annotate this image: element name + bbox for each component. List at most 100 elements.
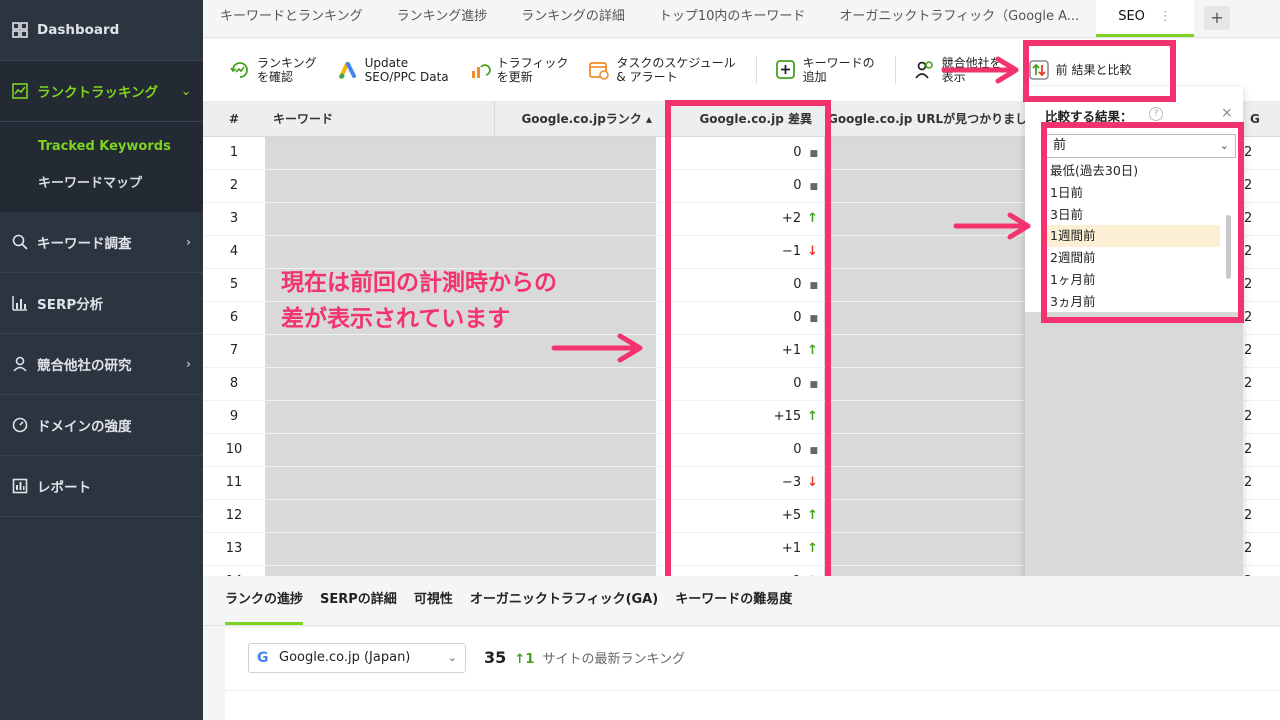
- arrow-right-icon: [551, 333, 643, 363]
- update-traffic-button[interactable]: トラフィック を更新: [469, 56, 569, 84]
- row-number: 9: [229, 409, 239, 424]
- google-icon: G: [257, 650, 269, 666]
- more-vert-icon[interactable]: ⋮: [1159, 9, 1172, 24]
- bottom-tabs: ランクの進捗 SERPの詳細 可視性 オーガニックトラフィック(GA) キーワー…: [203, 576, 1280, 626]
- tab-top10-keywords[interactable]: トップ10内のキーワード: [642, 0, 823, 37]
- keyword-cell-masked: [265, 467, 656, 499]
- chevron-right-icon: ›: [186, 357, 191, 371]
- check-rankings-line2: を確認: [257, 70, 294, 84]
- col-next[interactable]: G: [1240, 101, 1280, 136]
- row-number: 10: [225, 442, 243, 457]
- update-line2: SEO/PPC Data: [364, 70, 449, 84]
- row-number: 14: [203, 566, 265, 576]
- update-seo-ppc-button[interactable]: Update SEO/PPC Data: [337, 56, 449, 84]
- keyword-cell-masked: [265, 236, 656, 268]
- highlight-compare-options: [1041, 122, 1244, 323]
- row-number: 6: [229, 310, 239, 325]
- help-icon[interactable]: ?: [1149, 107, 1163, 121]
- tab-ranking-progress[interactable]: ランキング進捗: [380, 0, 505, 37]
- rank-change-value: 1: [525, 652, 535, 667]
- row-number: 7: [229, 343, 239, 358]
- col-rank[interactable]: Google.co.jpランク ▴: [494, 101, 666, 136]
- keyword-cell-masked: [265, 533, 656, 565]
- add-kw-line1: キーワードの: [802, 56, 875, 70]
- tab-keyword-difficulty[interactable]: キーワードの難易度: [675, 576, 792, 625]
- sidebar-item-reports[interactable]: レポート: [0, 456, 203, 517]
- add-kw-line2: 追加: [802, 70, 827, 84]
- col-keyword[interactable]: キーワード: [265, 101, 494, 136]
- row-number: 11: [225, 475, 243, 490]
- chart-line-icon: [11, 82, 29, 100]
- add-tab-button[interactable]: +: [1203, 6, 1230, 30]
- report-tabs: キーワードとランキング ランキング進捗 ランキングの詳細 トップ10内のキーワー…: [203, 0, 1280, 38]
- tab-serp-details[interactable]: SERPの詳細: [320, 576, 397, 625]
- plus-box-icon: [775, 59, 797, 81]
- sidebar-item-keyword-research[interactable]: キーワード調査 ›: [0, 212, 203, 273]
- sidebar-subitem-tracked-keywords[interactable]: Tracked Keywords: [0, 128, 203, 165]
- sidebar-item-competitors[interactable]: 競合他社の研究 ›: [0, 334, 203, 395]
- tab-visibility[interactable]: 可視性: [414, 576, 453, 625]
- tab-seo-label: SEO: [1118, 9, 1145, 24]
- highlight-diff-column: [665, 100, 831, 588]
- rank-summary: 35 ↑1 サイトの最新ランキング: [484, 648, 685, 667]
- schedule-line1: タスクのスケジュール: [616, 56, 736, 70]
- traffic-line2: を更新: [496, 70, 533, 84]
- close-icon[interactable]: ×: [1221, 105, 1233, 121]
- sidebar-item-label: Dashboard: [37, 22, 120, 38]
- tab-organic-traffic[interactable]: オーガニックトラフィック（Google A...: [822, 0, 1096, 37]
- row-number: 8: [229, 376, 239, 391]
- sidebar-item-serp-analysis[interactable]: SERP分析: [0, 273, 203, 334]
- sidebar-item-label: SERP分析: [37, 297, 104, 313]
- traffic-line1: トラフィック: [496, 56, 569, 70]
- row-number: 1: [229, 145, 239, 160]
- users-icon: [914, 59, 936, 81]
- bottom-panel: ランクの進捗 SERPの詳細 可視性 オーガニックトラフィック(GA) キーワー…: [203, 576, 1280, 720]
- tab-ranking-details[interactable]: ランキングの詳細: [504, 0, 642, 37]
- sidebar-item-domain-strength[interactable]: ドメインの強度: [0, 395, 203, 456]
- row-number: 4: [229, 244, 239, 259]
- keyword-cell-masked: [265, 566, 656, 576]
- sidebar-submenu: Tracked Keywords キーワードマップ: [0, 122, 203, 212]
- gauge-icon: [11, 416, 29, 434]
- sidebar-item-label: ドメインの強度: [37, 419, 132, 435]
- tab-seo[interactable]: SEO ⋮: [1096, 0, 1194, 37]
- calendar-icon: [588, 59, 610, 81]
- keyword-cell-masked: [265, 137, 656, 169]
- refresh-chart-icon: [229, 59, 251, 81]
- row-number: 13: [225, 541, 243, 556]
- chevron-down-icon: ⌄: [447, 651, 457, 664]
- schedule-tasks-button[interactable]: タスクのスケジュール & アラート: [588, 56, 736, 84]
- schedule-line2: & アラート: [616, 70, 678, 84]
- tab-organic-traffic-ga[interactable]: オーガニックトラフィック(GA): [470, 576, 658, 625]
- toolbar-divider: [755, 56, 757, 84]
- traffic-icon: [469, 59, 491, 81]
- search-engine-value: Google.co.jp (Japan): [279, 650, 411, 665]
- chevron-down-icon: ⌄: [180, 84, 191, 98]
- tab-rank-progress[interactable]: ランクの進捗: [225, 576, 304, 625]
- tab-keywords-rankings[interactable]: キーワードとランキング: [203, 0, 380, 37]
- person-icon: [11, 355, 29, 373]
- add-keywords-button[interactable]: キーワードの 追加: [775, 56, 875, 84]
- keyword-cell-masked: [265, 401, 656, 433]
- annotation-text: 現在は前回の計測時からの 差が表示されています: [281, 265, 557, 337]
- highlight-compare-button: [1023, 40, 1176, 102]
- arrow-right-icon: [953, 212, 1031, 240]
- keyword-cell-masked: [265, 203, 656, 235]
- sidebar-item-label: 競合他社の研究: [37, 358, 132, 374]
- popup-masked-area: [1025, 312, 1243, 582]
- row-number: 2: [229, 178, 239, 193]
- sidebar-item-rank-tracking[interactable]: ランクトラッキング ⌄: [0, 61, 203, 122]
- search-engine-select[interactable]: G Google.co.jp (Japan) ⌄: [248, 643, 466, 673]
- search-icon: [11, 233, 29, 251]
- check-rankings-button[interactable]: ランキング を確認: [229, 56, 317, 84]
- check-rankings-line1: ランキング: [257, 56, 317, 70]
- sidebar-subitem-keyword-map[interactable]: キーワードマップ: [0, 165, 203, 202]
- dashboard-icon: [11, 21, 29, 39]
- rank-progress-card: G Google.co.jp (Japan) ⌄ 35 ↑1 サイトの最新ランキ…: [225, 628, 1280, 720]
- adwords-icon: [337, 59, 359, 81]
- divider: [225, 690, 1280, 691]
- sidebar-item-dashboard[interactable]: Dashboard: [0, 0, 203, 61]
- rank-label: サイトの最新ランキング: [542, 652, 686, 667]
- keyword-cell-masked: [265, 368, 656, 400]
- sidebar: Dashboard ランクトラッキング ⌄ Tracked Keywords キ…: [0, 0, 203, 720]
